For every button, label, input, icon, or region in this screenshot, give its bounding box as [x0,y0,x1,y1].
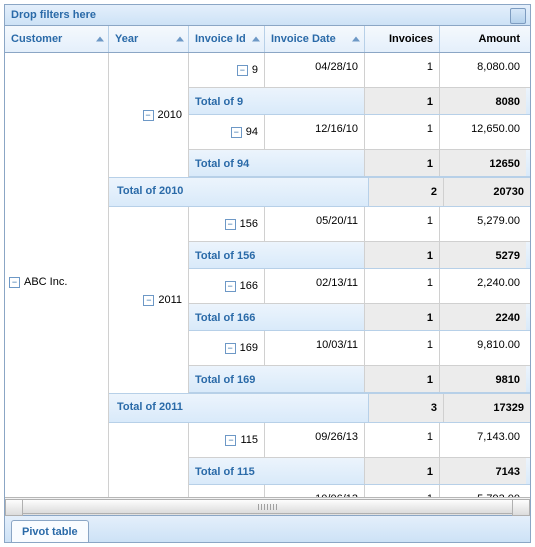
tab-bar: Pivot table [5,515,530,542]
column-headers: Customer Year Invoice Id Invoice Date In… [5,26,530,53]
collapse-icon[interactable]: − [237,65,248,76]
year-cell: 2011 [158,294,182,306]
pivot-panel: Drop filters here Customer Year Invoice … [4,4,531,543]
subtotal-label: Total of 9 [189,88,365,114]
header-year[interactable]: Year [109,26,189,52]
subtotal-label: Total of 94 [189,150,365,176]
header-invoices[interactable]: Invoices [365,26,440,52]
collapse-icon[interactable]: − [231,127,242,138]
year-cell: 2010 [158,109,182,121]
collapse-icon[interactable]: − [143,110,154,121]
filter-drop-zone[interactable]: Drop filters here [5,5,530,26]
year-total-row: Total of 2010220730 [109,177,530,207]
collapse-icon[interactable]: − [143,295,154,306]
horizontal-scrollbar[interactable] [5,497,530,515]
filter-placeholder: Drop filters here [11,9,96,21]
sort-asc-icon [96,37,104,42]
year-total-row: Total of 2011317329 [109,393,530,423]
collapse-icon[interactable]: − [225,219,236,230]
header-amount[interactable]: Amount [440,26,526,52]
collapse-icon[interactable]: − [9,277,20,288]
filter-config-icon[interactable] [510,8,526,24]
collapse-icon[interactable]: − [225,343,236,354]
collapse-icon[interactable]: − [225,281,236,292]
sort-asc-icon [352,37,360,42]
tab-pivot-table[interactable]: Pivot table [11,520,89,543]
collapse-icon[interactable]: − [225,435,236,446]
pivot-body: − ABC Inc. − 2010 −904/28/1018,080.00 [5,53,530,497]
scrollbar-thumb[interactable] [22,499,513,514]
sort-asc-icon [252,37,260,42]
customer-cell: ABC Inc. [24,276,67,288]
header-customer[interactable]: Customer [5,26,109,52]
header-invoice-id[interactable]: Invoice Id [189,26,265,52]
header-invoice-date[interactable]: Invoice Date [265,26,365,52]
sort-asc-icon [176,37,184,42]
